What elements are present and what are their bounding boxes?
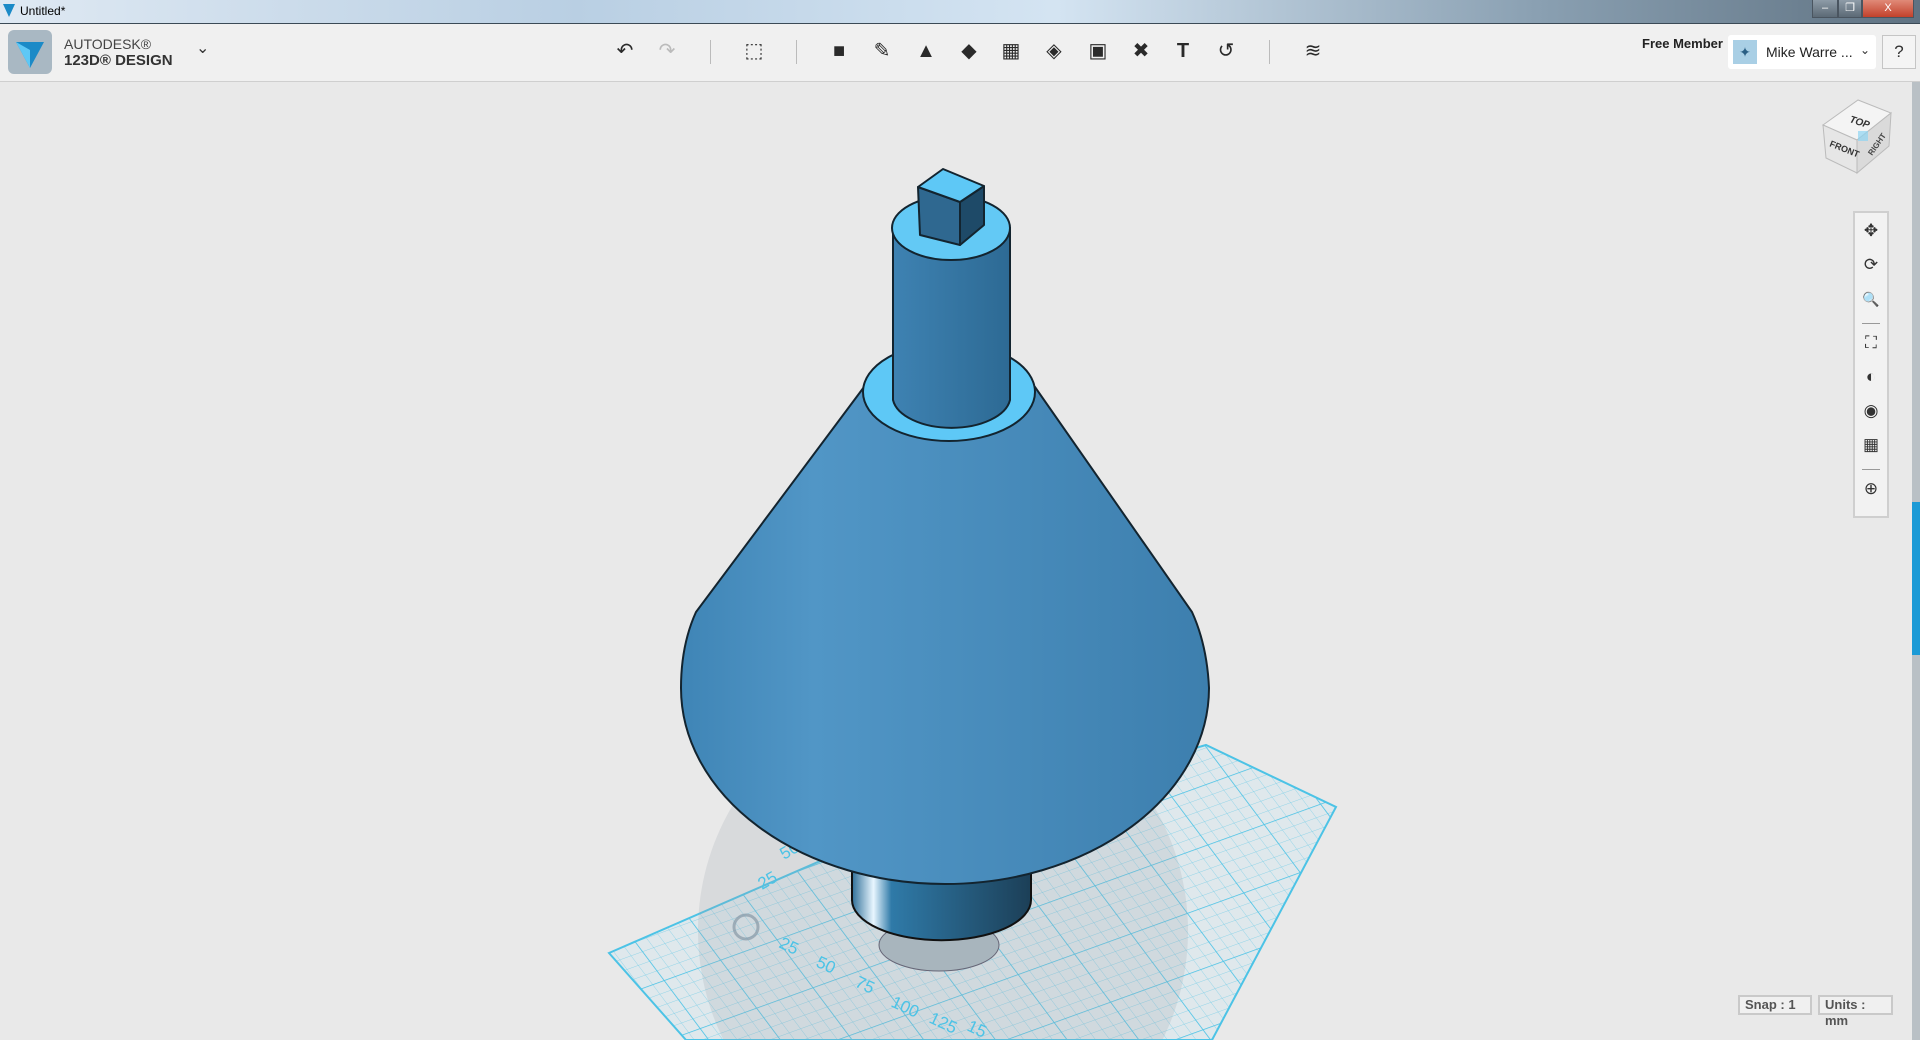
snap-button[interactable]: ↺ <box>1210 36 1242 66</box>
avatar: ✦ <box>1733 40 1757 64</box>
user-menu[interactable]: ✦ Mike Warre ... ⌄ <box>1728 35 1876 69</box>
combine-button[interactable]: ▣ <box>1082 36 1114 66</box>
modify-button[interactable]: ◆ <box>953 36 985 66</box>
divider <box>1862 469 1880 470</box>
redo-button[interactable]: ↷ <box>651 36 683 66</box>
eye-icon[interactable]: ◉ <box>1855 397 1887 425</box>
pan-icon[interactable]: ✥ <box>1855 217 1887 245</box>
brand-top: AUTODESK® <box>64 36 152 52</box>
orbit-icon[interactable]: ⟳ <box>1855 251 1887 279</box>
minimize-button[interactable]: – <box>1812 0 1838 18</box>
grid-eye-icon[interactable]: ▦ <box>1855 431 1887 459</box>
main-toolbar: AUTODESK® 123D® DESIGN ⌄ ↶ ↷ ⬚ ■ ✎ ▲ ◆ ▦… <box>0 24 1920 82</box>
viewport-canvas[interactable]: 25 50 75 100 125 15 25 50 TOP FRONT RIGH… <box>0 82 1920 1040</box>
zoom-icon[interactable]: 🔍 <box>1855 285 1887 313</box>
navigation-bar: ✥ ⟳ 🔍 ⛶ ◐ ◉ ▦ ⊕ <box>1853 211 1889 518</box>
logo-icon <box>16 42 44 68</box>
membership-label: Free Member <box>1642 36 1723 51</box>
divider <box>796 40 797 64</box>
cone <box>679 386 1211 885</box>
side-panel-toggle[interactable] <box>1912 502 1920 655</box>
material-icon[interactable]: ⊕ <box>1855 475 1887 503</box>
primitives-button[interactable]: ■ <box>823 36 855 66</box>
divider <box>1862 323 1880 324</box>
material-button[interactable]: ≋ <box>1297 36 1329 66</box>
units-setting[interactable]: Units : mm <box>1818 995 1893 1028</box>
brand-name: 123D® DESIGN <box>64 52 173 69</box>
views-icon[interactable]: ◐ <box>1855 363 1887 391</box>
fit-icon[interactable]: ⛶ <box>1855 329 1887 357</box>
text-button[interactable]: T <box>1167 36 1199 66</box>
snap-setting[interactable]: Snap : 1 <box>1738 995 1812 1015</box>
app-icon <box>3 4 15 17</box>
restore-button[interactable]: ❐ <box>1838 0 1862 18</box>
sketch-button[interactable]: ✎ <box>866 36 898 66</box>
user-name: Mike Warre ... <box>1766 44 1853 60</box>
construct-button[interactable]: ▲ <box>910 36 942 66</box>
undo-button[interactable]: ↶ <box>609 36 641 66</box>
cube <box>917 168 985 246</box>
pattern-button[interactable]: ▦ <box>995 36 1027 66</box>
transform-button[interactable]: ⬚ <box>738 36 770 66</box>
divider <box>710 40 711 64</box>
close-button[interactable]: X <box>1862 0 1914 18</box>
view-cube[interactable]: TOP FRONT RIGHT <box>1821 99 1892 175</box>
window-title: Untitled* <box>20 4 66 18</box>
title-bar: Untitled* – ❐ X <box>0 0 1920 24</box>
app-logo[interactable] <box>8 30 52 74</box>
measure-button[interactable]: ✖ <box>1125 36 1157 66</box>
divider <box>1269 40 1270 64</box>
help-button[interactable]: ? <box>1882 35 1916 69</box>
app-menu-chevron-icon[interactable]: ⌄ <box>196 38 209 58</box>
chevron-down-icon: ⌄ <box>1860 43 1871 57</box>
group-button[interactable]: ◈ <box>1038 36 1070 66</box>
